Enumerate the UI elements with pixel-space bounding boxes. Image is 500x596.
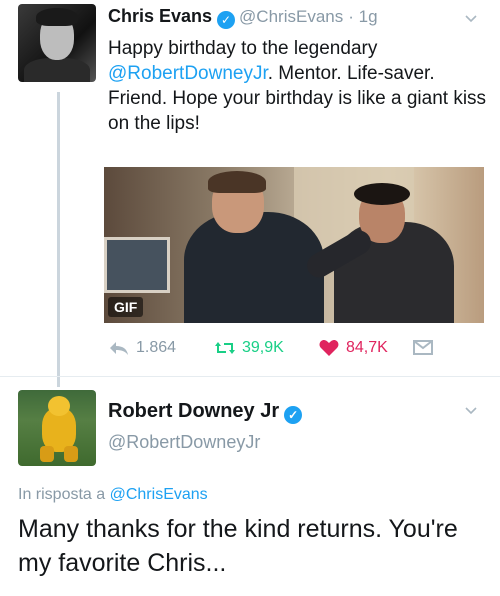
reply-mention-link[interactable]: @ChrisEvans <box>110 486 208 503</box>
tweet2-text: Many thanks for the kind returns. You're… <box>18 515 458 577</box>
reply-count: 1.864 <box>136 339 177 356</box>
retweet-icon <box>215 342 235 354</box>
reply-context: In risposta a @ChrisEvans <box>18 486 208 504</box>
tweet2-author-name[interactable]: Robert Downey Jr <box>108 400 279 422</box>
reply-prefix: In risposta a <box>18 486 110 503</box>
retweet-button[interactable]: 39,9K <box>214 339 284 357</box>
tweet-divider <box>0 376 500 377</box>
tweet1-mention-link[interactable]: @RobertDowneyJr <box>108 63 268 84</box>
tweet2-handle[interactable]: @RobertDowneyJr <box>108 432 260 453</box>
gif-badge: GIF <box>108 297 144 317</box>
tweet1-timestamp[interactable]: · 1g <box>348 7 377 26</box>
tweet1-header: Chris Evans ✓ @ChrisEvans · 1g <box>108 6 378 29</box>
avatar-chris-evans[interactable] <box>18 4 96 82</box>
verified-badge-icon: ✓ <box>284 406 303 424</box>
reply-button[interactable]: 1.864 <box>108 339 176 357</box>
tweet2-author-name-row: Robert Downey Jr ✓ <box>108 400 306 424</box>
like-count: 84,7K <box>346 339 388 356</box>
tweet1-text-part: Happy birthday to the legendary <box>108 38 378 59</box>
tweet1-gif-media[interactable]: GIF <box>104 167 484 323</box>
chevron-down-icon[interactable] <box>464 404 478 418</box>
tweet1-author-name[interactable]: Chris Evans <box>108 6 212 26</box>
reply-icon <box>110 342 128 355</box>
retweet-count: 39,9K <box>242 339 284 356</box>
avatar-robert-downey-jr[interactable] <box>18 390 96 466</box>
direct-message-button[interactable] <box>412 339 434 357</box>
tweet1-handle[interactable]: @ChrisEvans <box>239 7 343 26</box>
heart-icon <box>319 340 339 356</box>
tweet1-text: Happy birthday to the legendary @RobertD… <box>108 36 488 136</box>
chevron-down-icon[interactable] <box>464 12 478 26</box>
direct-message-icon <box>413 340 433 355</box>
like-button[interactable]: 84,7K <box>318 339 388 357</box>
verified-badge-icon: ✓ <box>217 11 236 29</box>
thread-connector-line <box>57 92 60 387</box>
